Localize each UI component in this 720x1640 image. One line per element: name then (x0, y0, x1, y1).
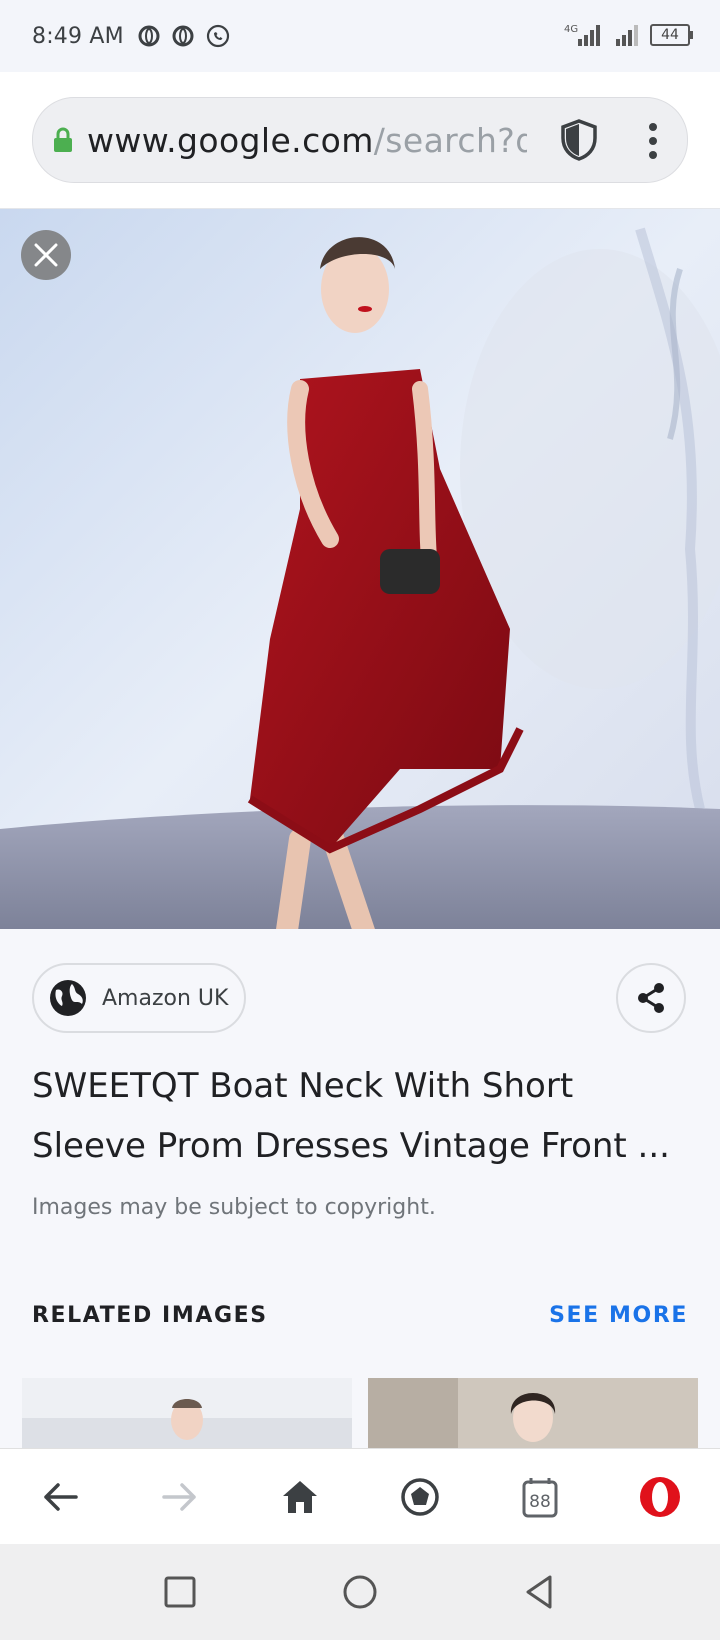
related-image-thumbnail[interactable] (368, 1378, 698, 1448)
signal-4g-icon: 4G (564, 24, 600, 46)
svg-text:4G: 4G (564, 24, 578, 35)
opera-notification-icon (138, 25, 160, 47)
dress-photo (0, 209, 720, 929)
opera-menu-icon (640, 1477, 680, 1517)
tabs-icon: 88 (522, 1478, 558, 1518)
tabs-button[interactable]: 88 (514, 1471, 566, 1523)
home-button[interactable] (274, 1471, 326, 1523)
browser-toolbar: www.google.com/search?q (0, 72, 720, 209)
tab-count: 88 (529, 1492, 551, 1512)
related-image-thumbnail[interactable] (22, 1378, 352, 1448)
address-bar[interactable]: www.google.com/search?q (32, 97, 688, 183)
back-triangle-icon[interactable] (518, 1570, 562, 1614)
back-icon (44, 1483, 78, 1511)
shield-icon[interactable] (559, 118, 599, 162)
share-button[interactable] (616, 963, 686, 1033)
system-navigation-bar (0, 1544, 720, 1640)
back-button[interactable] (34, 1471, 86, 1523)
source-name: Amazon UK (102, 985, 229, 1011)
opera-notification-icon (172, 25, 194, 47)
lock-icon (54, 127, 72, 152)
battery-indicator: 44 (650, 24, 693, 46)
status-time: 8:49 AM (32, 23, 124, 49)
copyright-notice: Images may be subject to copyright. (32, 1195, 436, 1220)
opera-menu-button[interactable] (634, 1471, 686, 1523)
see-more-link[interactable]: SEE MORE (549, 1303, 688, 1328)
speed-dial-button[interactable] (394, 1471, 446, 1523)
url-host: www.google.com (87, 120, 374, 160)
result-title[interactable]: SWEETQT Boat Neck With Short Sleeve Prom… (32, 1056, 692, 1176)
browser-bottom-bar: 88 (0, 1448, 720, 1545)
notification-icons (138, 24, 230, 48)
close-preview-button[interactable] (21, 230, 71, 280)
home-circle-icon[interactable] (338, 1570, 382, 1614)
related-images-row (22, 1378, 700, 1448)
home-icon (283, 1481, 317, 1513)
forward-button[interactable] (154, 1471, 206, 1523)
status-bar: 8:49 AM 4G 44 (0, 0, 720, 72)
related-images-heading: RELATED IMAGES (32, 1303, 268, 1328)
url-path: /search?q (373, 120, 527, 160)
signal-icon (616, 25, 638, 46)
source-link[interactable]: Amazon UK (32, 963, 246, 1033)
image-preview[interactable] (0, 209, 720, 929)
recents-icon[interactable] (158, 1570, 202, 1614)
share-icon (638, 983, 664, 1013)
more-vert-icon[interactable] (647, 122, 659, 160)
close-icon (34, 243, 58, 267)
speed-dial-icon (401, 1478, 439, 1516)
url-text[interactable]: www.google.com/search?q (87, 121, 527, 160)
system-status-icons: 4G 44 (564, 22, 693, 48)
globe-icon (50, 980, 86, 1016)
forward-icon (162, 1483, 196, 1511)
whatsapp-notification-icon (206, 24, 229, 48)
